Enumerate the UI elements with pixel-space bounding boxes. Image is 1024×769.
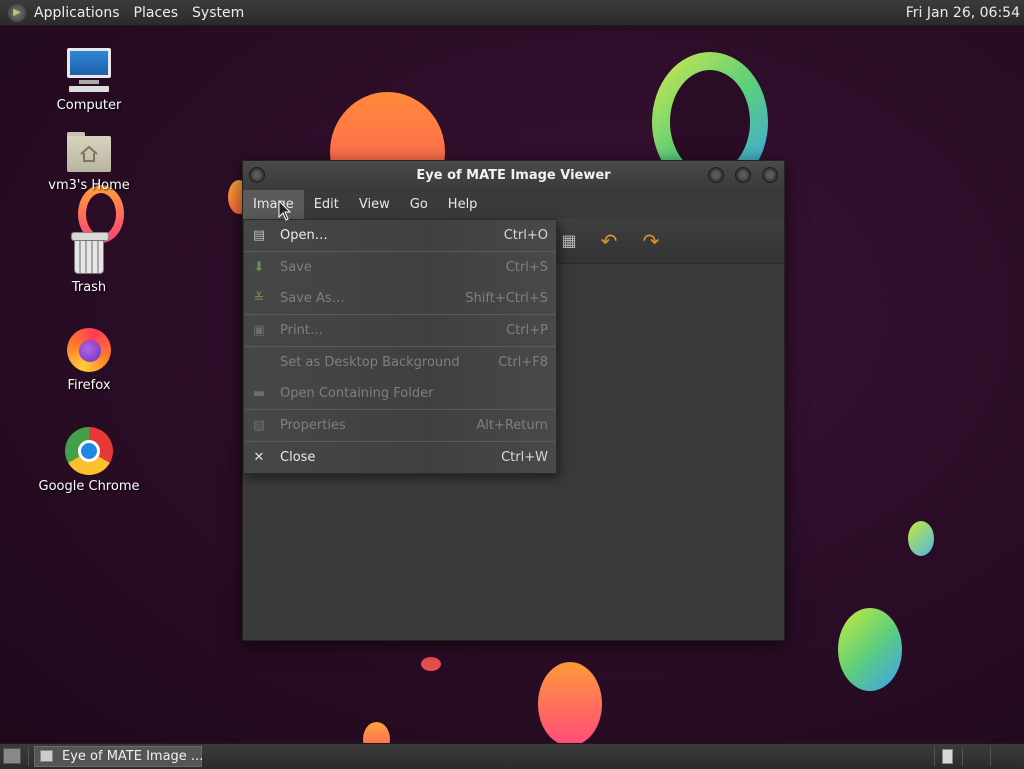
panel-separator — [962, 747, 963, 766]
image-menu-dropdown: ▤ Open… Ctrl+O ⬇ Save Ctrl+S ≚ Save As… … — [243, 219, 557, 474]
desktop-icon-chrome[interactable]: Google Chrome — [29, 427, 149, 494]
window-titlebar[interactable]: Eye of MATE Image Viewer — [243, 161, 784, 190]
wallpaper-shape — [538, 662, 602, 743]
desktop-icon-computer[interactable]: Computer — [29, 46, 149, 113]
menu-item-label: Set as Desktop Background — [280, 355, 460, 370]
menu-separator — [244, 441, 556, 442]
properties-icon: ▧ — [252, 418, 266, 433]
menu-item-open[interactable]: ▤ Open… Ctrl+O — [244, 221, 556, 251]
menu-item-label: Properties — [280, 418, 346, 433]
menu-item-accel: Alt+Return — [476, 418, 548, 433]
close-window-button[interactable] — [762, 167, 778, 183]
menu-item-accel: Ctrl+P — [506, 323, 548, 338]
desktop-icon-label: Computer — [56, 98, 122, 113]
taskbar-button-image-viewer[interactable]: Eye of MATE Image ... — [34, 746, 204, 767]
system-menu[interactable]: System — [192, 5, 244, 21]
menu-separator — [244, 251, 556, 252]
menu-separator — [244, 314, 556, 315]
menubar: Image Edit View Go Help — [243, 190, 784, 219]
top-menu: Applications Places System — [34, 5, 244, 21]
menu-item-accel: Ctrl+W — [501, 450, 548, 465]
wallpaper-shape — [908, 521, 934, 556]
panel-separator — [28, 747, 29, 766]
menu-item-accel: Ctrl+F8 — [498, 355, 548, 370]
wallpaper-shape — [838, 608, 902, 691]
workspace-switcher-1[interactable] — [942, 749, 953, 764]
clock[interactable]: Fri Jan 26, 06:54 — [906, 5, 1020, 21]
desktop-icon-label: Firefox — [67, 378, 111, 393]
menu-item-save-as[interactable]: ≚ Save As… Shift+Ctrl+S — [244, 284, 556, 314]
places-menu[interactable]: Places — [134, 5, 179, 21]
chrome-icon — [65, 427, 113, 475]
image-viewer-icon — [40, 750, 53, 762]
menu-item-print[interactable]: ▣ Print… Ctrl+P — [244, 316, 556, 346]
save-icon: ⬇ — [253, 260, 265, 275]
show-desktop-icon[interactable] — [3, 748, 21, 764]
window-title: Eye of MATE Image Viewer — [416, 168, 611, 183]
menu-help[interactable]: Help — [438, 190, 488, 219]
desktop-icon-label: Trash — [71, 280, 107, 295]
desktop-icon-label: vm3's Home — [48, 178, 130, 193]
close-icon: ✕ — [253, 450, 265, 465]
menu-item-accel: Ctrl+O — [503, 228, 548, 243]
menu-item-label: Open Containing Folder — [280, 386, 434, 401]
computer-icon — [65, 46, 113, 94]
desktop-icon-label: Google Chrome — [38, 479, 140, 494]
wallpaper-shape — [363, 722, 390, 743]
bottom-panel: Eye of MATE Image ... — [0, 743, 1024, 769]
mouse-cursor-icon — [278, 200, 292, 221]
menu-item-set-background[interactable]: Set as Desktop Background Ctrl+F8 — [244, 348, 556, 378]
menu-item-label: Close — [280, 450, 316, 465]
folder-icon: ▬ — [252, 386, 266, 401]
firefox-icon — [65, 326, 113, 374]
wallpaper-shape — [421, 657, 441, 671]
gallery-icon[interactable]: ▦ — [559, 231, 579, 251]
menu-item-accel: Ctrl+S — [505, 260, 548, 275]
mate-logo-icon[interactable]: ▶ — [8, 3, 26, 22]
panel-separator — [934, 747, 935, 766]
menu-separator — [244, 409, 556, 410]
desktop-icon-trash[interactable]: Trash — [29, 230, 149, 295]
top-panel: ▶ Applications Places System Fri Jan 26,… — [0, 0, 1024, 26]
menu-image[interactable]: Image — [243, 190, 304, 219]
panel-separator — [990, 747, 991, 766]
trash-icon — [69, 230, 109, 276]
menu-edit[interactable]: Edit — [304, 190, 349, 219]
folder-open-icon: ▤ — [252, 228, 266, 243]
menu-item-properties[interactable]: ▧ Properties Alt+Return — [244, 411, 556, 441]
menu-item-accel: Shift+Ctrl+S — [465, 291, 548, 306]
menu-item-save[interactable]: ⬇ Save Ctrl+S — [244, 253, 556, 283]
menu-item-label: Open… — [280, 228, 328, 243]
applications-menu[interactable]: Applications — [34, 5, 120, 21]
menu-item-label: Print… — [280, 323, 323, 338]
menu-separator — [244, 346, 556, 347]
print-icon: ▣ — [252, 323, 266, 338]
rotate-left-icon[interactable]: ↶ — [599, 231, 619, 251]
home-folder-icon — [65, 130, 113, 174]
menu-item-open-folder[interactable]: ▬ Open Containing Folder — [244, 379, 556, 409]
save-as-icon: ≚ — [253, 291, 265, 306]
desktop-icon-home[interactable]: vm3's Home — [29, 130, 149, 193]
menu-item-label: Save — [280, 260, 312, 275]
rotate-right-icon[interactable]: ↷ — [641, 231, 661, 251]
maximize-button[interactable] — [735, 167, 751, 183]
menu-go[interactable]: Go — [400, 190, 438, 219]
menu-item-label: Save As… — [280, 291, 345, 306]
task-label: Eye of MATE Image ... — [62, 749, 204, 764]
menu-view[interactable]: View — [349, 190, 400, 219]
menu-item-close[interactable]: ✕ Close Ctrl+W — [244, 443, 556, 473]
desktop-icon-firefox[interactable]: Firefox — [29, 326, 149, 393]
minimize-button[interactable] — [708, 167, 724, 183]
